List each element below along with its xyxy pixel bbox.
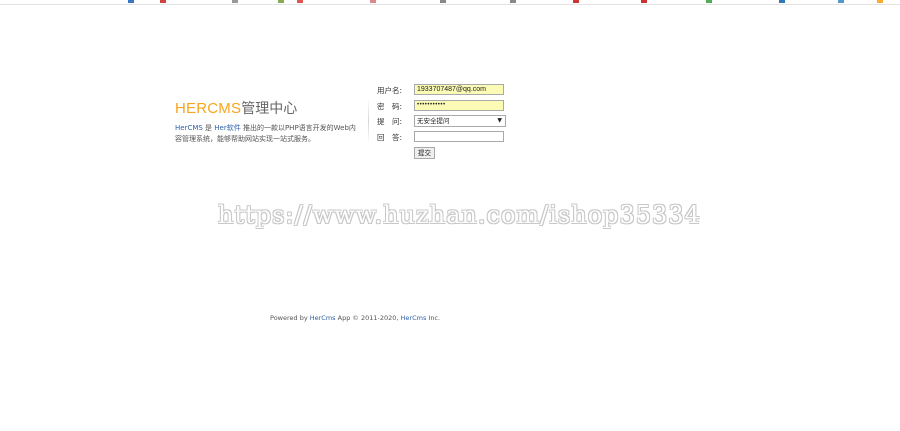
- her-software-link[interactable]: Her软件: [214, 124, 240, 132]
- submit-button[interactable]: 提交: [414, 147, 435, 159]
- toolbar-icon[interactable]: [838, 0, 844, 3]
- toolbar-icon[interactable]: [641, 0, 647, 3]
- toolbar-icon[interactable]: [440, 0, 446, 3]
- brand-description: HerCMS 是 Her软件 推出的一款以PHP语言开发的Web内容管理系统，能…: [175, 123, 360, 145]
- username-input[interactable]: 1933707487@qq.com: [414, 84, 504, 95]
- top-toolbar-strip: [0, 0, 900, 5]
- toolbar-icon[interactable]: [232, 0, 238, 3]
- toolbar-icon[interactable]: [297, 0, 303, 3]
- toolbar-icon[interactable]: [160, 0, 166, 3]
- username-row: 用户名: 1933707487@qq.com: [377, 83, 512, 99]
- footer-hercms-link[interactable]: HerCms: [310, 314, 336, 322]
- brand-title: HERCMS管理中心: [175, 98, 360, 119]
- chevron-down-icon: ▼: [497, 117, 502, 124]
- username-label: 用户名:: [377, 86, 403, 95]
- brand-title-latin: HERCMS: [175, 100, 242, 117]
- footer: Powered by HerCms App © 2011-2020, HerCm…: [270, 314, 440, 322]
- toolbar-icon[interactable]: [370, 0, 376, 3]
- password-input[interactable]: •••••••••••: [414, 99, 504, 111]
- answer-label: 回 答:: [377, 132, 403, 142]
- footer-text: Powered by: [270, 314, 310, 322]
- brand-title-cjk: 管理中心: [241, 101, 298, 117]
- vertical-divider: [368, 98, 369, 144]
- desc-text: 是: [202, 124, 215, 132]
- login-page: HERCMS管理中心 HerCMS 是 Her软件 推出的一款以PHP语言开发的…: [0, 0, 900, 431]
- toolbar-icon[interactable]: [278, 0, 284, 3]
- question-row: 提 问: 无安全提问 ▼: [377, 114, 512, 130]
- toolbar-icon[interactable]: [706, 0, 712, 3]
- toolbar-icon[interactable]: [128, 0, 134, 3]
- security-question-select[interactable]: 无安全提问 ▼: [414, 115, 506, 127]
- toolbar-icon[interactable]: [877, 0, 883, 3]
- answer-input[interactable]: [414, 130, 504, 142]
- password-label: 密 码:: [377, 101, 403, 111]
- answer-row: 回 答:: [377, 130, 512, 146]
- brand-block: HERCMS管理中心 HerCMS 是 Her软件 推出的一款以PHP语言开发的…: [175, 98, 360, 145]
- footer-hercms-inc-link[interactable]: HerCms: [401, 314, 427, 322]
- toolbar-icon[interactable]: [510, 0, 516, 3]
- login-form: 用户名: 1933707487@qq.com 密 码: ••••••••••• …: [377, 83, 512, 159]
- question-label: 提 问:: [377, 117, 403, 126]
- footer-text: Inc.: [426, 314, 441, 322]
- hercms-link[interactable]: HerCMS: [175, 124, 203, 132]
- select-value: 无安全提问: [417, 117, 450, 125]
- watermark-url: https://www.huzhan.com/ishop35334: [218, 201, 701, 229]
- toolbar-icon[interactable]: [779, 0, 785, 3]
- password-row: 密 码: •••••••••••: [377, 99, 512, 115]
- footer-text: App © 2011-2020,: [335, 314, 401, 322]
- toolbar-icon[interactable]: [573, 0, 579, 3]
